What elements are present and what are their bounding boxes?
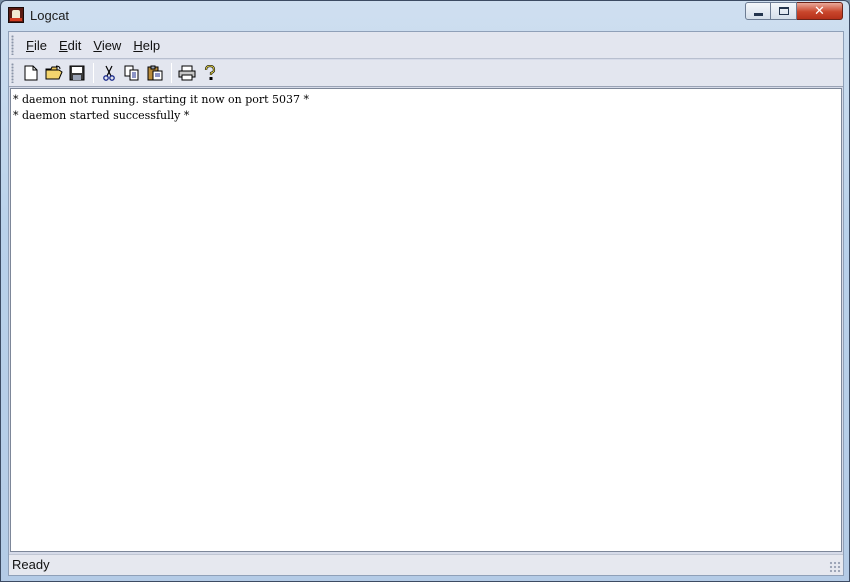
toolbar [9,60,843,87]
new-file-icon [24,65,38,81]
app-logo-icon[interactable] [8,7,24,23]
menu-bar: File Edit View Help [9,32,843,59]
caption-buttons: ✕ [745,2,843,20]
client-area: File Edit View Help * daemon not running… [8,31,844,576]
log-output[interactable]: * daemon not running. starting it now on… [10,88,842,552]
toolbar-separator [93,63,94,83]
title-bar[interactable]: Logcat ✕ [1,1,849,30]
cut-button[interactable] [98,62,120,84]
close-button[interactable]: ✕ [797,2,843,20]
window-title: Logcat [30,8,70,23]
log-line: * daemon not running. starting it now on… [13,93,310,106]
print-button[interactable] [176,62,198,84]
paste-icon [147,65,163,81]
open-folder-icon [45,65,63,80]
resize-grip[interactable] [829,561,841,573]
paste-button[interactable] [144,62,166,84]
open-button[interactable] [43,62,65,84]
print-icon [178,65,196,81]
maximize-icon [778,7,789,15]
menu-file[interactable]: File [20,36,53,55]
save-button[interactable] [66,62,88,84]
copy-button[interactable] [121,62,143,84]
help-icon [204,65,216,80]
status-text: Ready [12,557,50,572]
cut-icon [103,65,115,81]
menu-edit[interactable]: Edit [53,36,87,55]
log-line: * daemon started successfully * [13,109,190,122]
copy-icon [124,65,139,81]
minimize-icon [753,12,763,16]
toolbar-separator [171,63,172,83]
maximize-button[interactable] [771,2,797,20]
app-window: Logcat ✕ File Edit View Help * daemon no… [0,0,850,582]
minimize-button[interactable] [745,2,771,20]
menu-help[interactable]: Help [127,36,166,55]
new-button[interactable] [20,62,42,84]
status-bar: Ready [9,554,843,575]
menu-view[interactable]: View [87,36,127,55]
toolbar-grip[interactable] [11,63,14,83]
about-button[interactable] [199,62,221,84]
menubar-grip[interactable] [11,35,14,55]
save-icon [69,65,85,81]
close-icon: ✕ [814,3,825,18]
